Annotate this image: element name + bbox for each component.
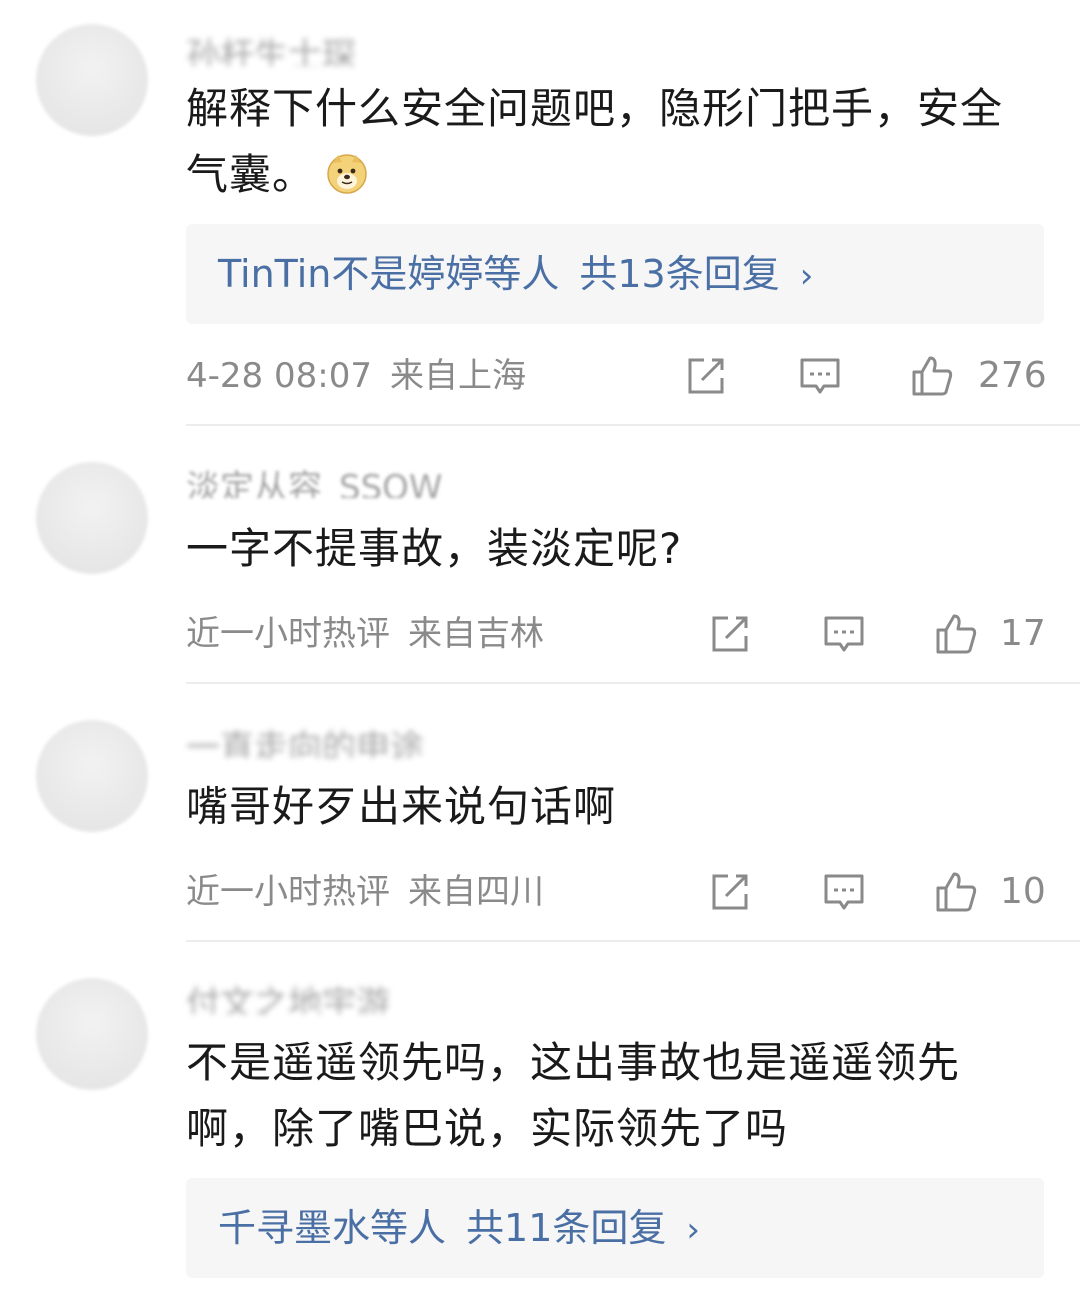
avatar[interactable] xyxy=(36,24,148,136)
divider xyxy=(186,940,1080,942)
username[interactable]: 孙杆生士琛 xyxy=(186,36,356,66)
reply-names[interactable]: 千寻墨水等人 xyxy=(218,1206,446,1250)
reply-summary[interactable]: TinTin不是婷婷等人 共13条回复 › xyxy=(186,224,1044,324)
comment-actions: 276 xyxy=(684,346,1047,406)
avatar[interactable] xyxy=(36,978,148,1090)
thumbs-up-icon[interactable] xyxy=(910,354,954,398)
doge-emoji-icon xyxy=(327,154,367,194)
username[interactable]: 付文之地宇游 xyxy=(186,984,390,1014)
comment-time: 近一小时热评 xyxy=(186,872,390,912)
comment-meta: 近一小时热评 来自吉林 17 xyxy=(186,604,1046,664)
avatar[interactable] xyxy=(36,720,148,832)
like-count: 10 xyxy=(1000,871,1046,912)
thumbs-up-icon[interactable] xyxy=(934,612,978,656)
share-icon[interactable] xyxy=(708,612,752,656)
chevron-right-icon: › xyxy=(686,1210,700,1250)
like-count: 17 xyxy=(1000,613,1046,654)
comment-actions: 10 xyxy=(708,862,1046,922)
chevron-right-icon: › xyxy=(799,256,814,296)
thumbs-up-icon[interactable] xyxy=(934,870,978,914)
comment-text-line: 一字不提事故，装淡定呢? xyxy=(186,524,683,573)
avatar[interactable] xyxy=(36,462,148,574)
like-count: 276 xyxy=(978,355,1047,396)
comment-icon[interactable] xyxy=(798,354,842,398)
share-icon[interactable] xyxy=(684,354,728,398)
share-icon[interactable] xyxy=(708,870,752,914)
comment-meta: 近一小时热评 来自四川 10 xyxy=(186,862,1046,922)
comment-text-line: 嘴哥好歹出来说句话啊 xyxy=(186,782,617,831)
reply-count[interactable]: 共13条回复 xyxy=(579,252,779,296)
comment-time: 近一小时热评 xyxy=(186,614,390,654)
comment-icon[interactable] xyxy=(822,870,866,914)
comment-actions: 17 xyxy=(708,604,1046,664)
comment-text-line: 啊，除了嘴巴说，实际领先了吗 xyxy=(186,1104,789,1153)
comment-text: 解释下什么安全问题吧，隐形门把手，安全 气囊。 xyxy=(186,76,1046,208)
reply-summary[interactable]: 千寻墨水等人 共11条回复 › xyxy=(186,1178,1044,1278)
comment-location: 来自吉林 xyxy=(408,614,544,654)
reply-names[interactable]: TinTin不是婷婷等人 xyxy=(218,252,559,296)
comment-text-line: 解释下什么安全问题吧，隐形门把手，安全 xyxy=(186,84,1004,133)
comment-text: 嘴哥好歹出来说句话啊 xyxy=(186,774,1046,840)
username[interactable]: 一直走向的申途 xyxy=(186,728,424,758)
comment-time: 4-28 08:07 xyxy=(186,356,372,396)
comment-text: 不是遥遥领先吗，这出事故也是遥遥领先 啊，除了嘴巴说，实际领先了吗 xyxy=(186,1030,1046,1162)
comment-location: 来自上海 xyxy=(389,356,526,396)
comment-icon[interactable] xyxy=(822,612,866,656)
divider xyxy=(186,424,1080,426)
comment-location: 来自四川 xyxy=(408,872,544,912)
comment-meta: 4-28 08:07 来自上海 276 xyxy=(186,346,1047,406)
reply-count[interactable]: 共11条回复 xyxy=(466,1206,666,1250)
comment-text: 一字不提事故，装淡定呢? xyxy=(186,516,1046,582)
comment-text-line: 不是遥遥领先吗，这出事故也是遥遥领先 xyxy=(186,1038,961,1087)
comment-text-line: 气囊。 xyxy=(186,142,1046,208)
divider xyxy=(186,682,1080,684)
username[interactable]: 淡定从容_SSOW xyxy=(186,468,443,498)
